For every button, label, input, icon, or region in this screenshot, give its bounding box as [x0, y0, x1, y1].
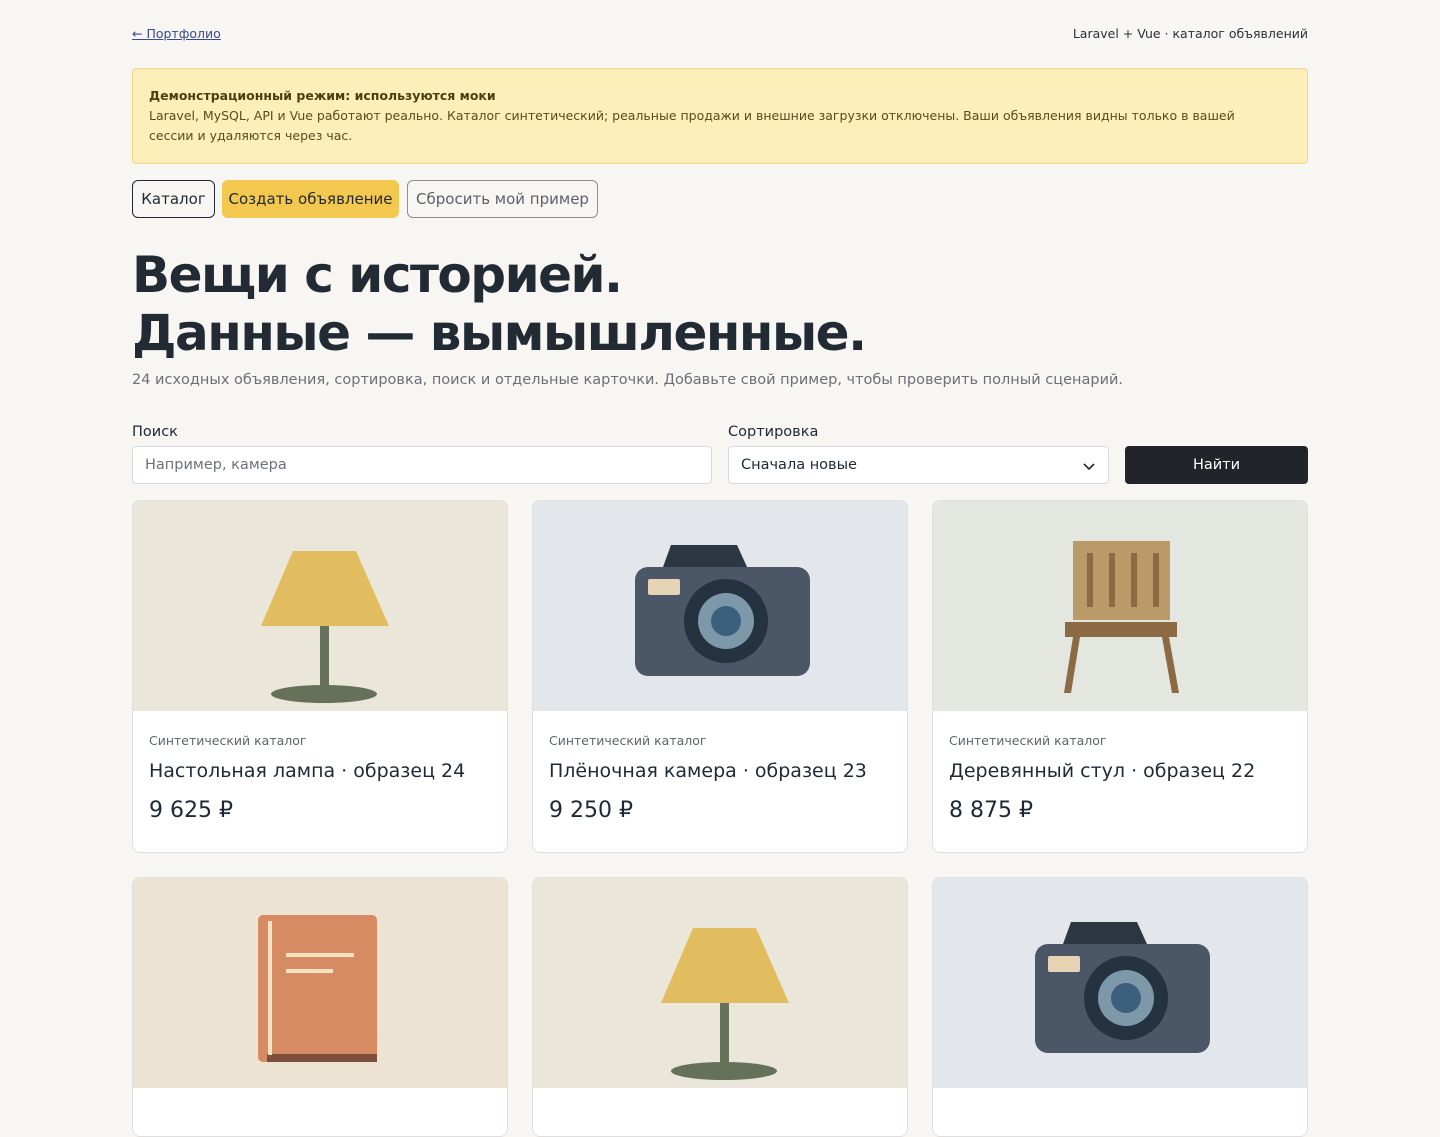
portfolio-back-link[interactable]: ← Портфолио — [132, 26, 221, 41]
search-label: Поиск — [132, 424, 178, 440]
reset-example-button[interactable]: Сбросить мой пример — [407, 180, 598, 218]
listing-category: Синтетический каталог — [549, 733, 707, 748]
catalog-button[interactable]: Каталог — [132, 180, 215, 218]
app-meta: Laravel + Vue · каталог объявлений — [1072, 26, 1308, 41]
create-listing-button[interactable]: Создать объявление — [222, 180, 399, 218]
listing-image — [133, 878, 507, 1088]
hero-subtitle: 24 исходных объявления, сортировка, поис… — [132, 372, 1124, 388]
listing-image — [533, 501, 907, 711]
listing-price: 8 875 ₽ — [949, 798, 1033, 823]
chevron-down-icon — [1083, 463, 1095, 471]
hero: Вещи с историей. Данные — вымышленные. 2… — [132, 246, 1308, 388]
hero-title-line2: Данные — вымышленные. — [132, 304, 867, 362]
listing-card[interactable]: Синтетический каталог Деревянный стул · … — [932, 500, 1308, 853]
demo-notice: Демонстрационный режим: используются мок… — [132, 68, 1308, 164]
listing-category: Синтетический каталог — [949, 733, 1107, 748]
sort-select-value: Сначала новые — [741, 457, 857, 473]
search-input[interactable] — [132, 446, 712, 484]
topbar: ← Портфолио Laravel + Vue · каталог объя… — [132, 26, 1308, 44]
sort-select[interactable]: Сначала новые — [728, 446, 1109, 484]
listing-card[interactable]: Синтетический каталог Настольная лампа ·… — [132, 500, 508, 853]
notice-title: Демонстрационный режим: используются мок… — [149, 88, 496, 103]
camera-icon — [1035, 922, 1210, 1053]
filter-bar: Поиск Сортировка Сначала новые Найти — [132, 424, 1308, 484]
listing-image — [133, 501, 507, 711]
listing-title: Плёночная камера · образец 23 — [549, 760, 867, 782]
listing-title: Деревянный стул · образец 22 — [949, 760, 1256, 782]
hero-title-line1: Вещи с историей. — [132, 246, 623, 304]
sort-label: Сортировка — [728, 424, 819, 440]
listing-price: 9 250 ₽ — [549, 798, 633, 823]
hero-title: Вещи с историей. Данные — вымышленные. — [132, 246, 1308, 362]
listing-card[interactable] — [532, 877, 908, 1137]
notice-text: Laravel, MySQL, API и Vue работают реаль… — [149, 108, 1235, 143]
chair-icon — [1064, 541, 1179, 693]
lamp-icon — [661, 928, 789, 1080]
camera-icon — [635, 545, 810, 676]
listing-card[interactable] — [132, 877, 508, 1137]
listing-category: Синтетический каталог — [149, 733, 307, 748]
listing-card[interactable]: Синтетический каталог Плёночная камера ·… — [532, 500, 908, 853]
listing-card[interactable] — [932, 877, 1308, 1137]
listing-price: 9 625 ₽ — [149, 798, 233, 823]
listing-image — [933, 501, 1307, 711]
listing-image — [933, 878, 1307, 1088]
listing-title: Настольная лампа · образец 24 — [149, 760, 466, 782]
listing-image — [533, 878, 907, 1088]
lamp-icon — [261, 551, 389, 703]
search-submit-button[interactable]: Найти — [1125, 446, 1308, 484]
book-icon — [258, 915, 377, 1062]
